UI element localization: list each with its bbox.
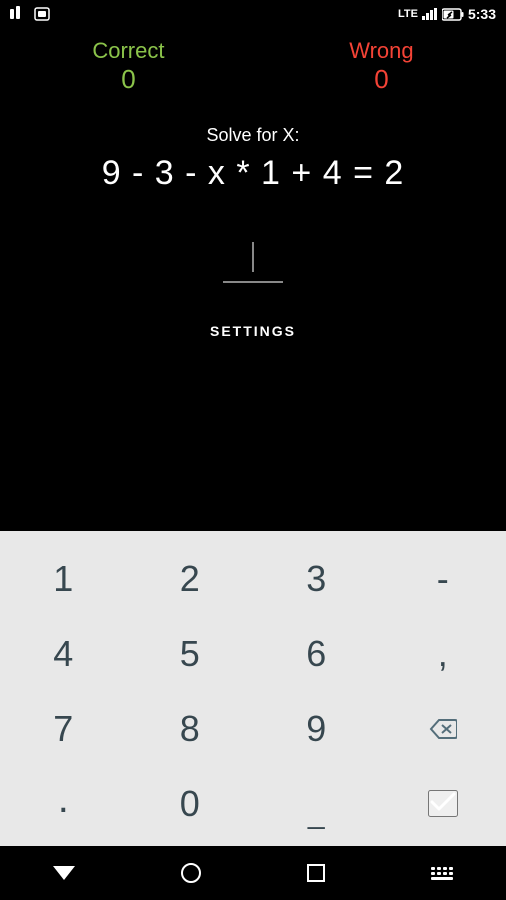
wrong-value: 0 (374, 64, 388, 95)
time-label: 5:33 (468, 6, 496, 22)
equation-display: 9 - 3 - x * 1 + 4 = 2 (102, 154, 405, 193)
key-8[interactable]: 8 (127, 691, 254, 766)
key-1[interactable]: 1 (0, 541, 127, 616)
key-2[interactable]: 2 (127, 541, 254, 616)
recents-button[interactable] (307, 864, 325, 882)
signal-icon (422, 8, 438, 20)
sim-icon (34, 6, 52, 22)
key-5[interactable]: 5 (127, 616, 254, 691)
key-3[interactable]: 3 (253, 541, 380, 616)
network-type-label: LTE (398, 8, 418, 20)
key-9[interactable]: 9 (253, 691, 380, 766)
numpad-grid: 1 2 3 - 4 5 6 , 7 8 9 . 0 _ (0, 541, 506, 841)
correct-score-block: Correct 0 (92, 38, 164, 95)
back-button[interactable] (53, 866, 75, 880)
back-icon (53, 866, 75, 880)
settings-button[interactable]: SETTINGS (210, 323, 296, 339)
recents-icon (307, 864, 325, 882)
notification-icon (10, 6, 28, 22)
delete-icon (429, 718, 457, 740)
nav-bar (0, 846, 506, 900)
correct-value: 0 (121, 64, 135, 95)
wrong-label: Wrong (349, 38, 413, 64)
key-7[interactable]: 7 (0, 691, 127, 766)
cursor (252, 242, 254, 272)
key-4[interactable]: 4 (0, 616, 127, 691)
answer-input-area[interactable] (223, 233, 283, 283)
key-dot[interactable]: . (0, 766, 127, 841)
home-button[interactable] (181, 863, 201, 883)
score-row: Correct 0 Wrong 0 (0, 38, 506, 95)
keyboard-button[interactable] (431, 867, 453, 880)
status-icons-right: LTE 5:33 (398, 6, 496, 22)
key-delete[interactable] (380, 691, 506, 766)
wrong-score-block: Wrong 0 (349, 38, 413, 95)
status-bar: LTE 5:33 (0, 0, 506, 28)
key-minus[interactable]: - (380, 541, 506, 616)
battery-icon (442, 8, 464, 21)
game-area: Correct 0 Wrong 0 Solve for X: 9 - 3 - x… (0, 28, 506, 531)
correct-label: Correct (92, 38, 164, 64)
key-confirm[interactable] (428, 790, 458, 817)
keyboard-icon (431, 867, 453, 880)
home-icon (181, 863, 201, 883)
solve-prompt: Solve for X: (206, 125, 299, 146)
numpad-area: 1 2 3 - 4 5 6 , 7 8 9 . 0 _ (0, 531, 506, 846)
checkmark-icon (430, 792, 456, 812)
status-icons-left (10, 6, 52, 22)
confirm-cell (380, 766, 506, 841)
key-comma[interactable]: , (380, 616, 506, 691)
key-underscore[interactable]: _ (253, 766, 380, 841)
key-6[interactable]: 6 (253, 616, 380, 691)
key-0[interactable]: 0 (127, 766, 254, 841)
